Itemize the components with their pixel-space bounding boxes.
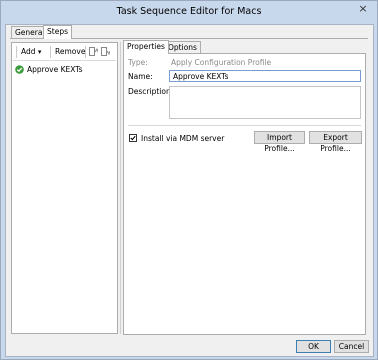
- title-bar[interactable]: Task Sequence Editor for Macs ×: [1, 1, 377, 25]
- type-value: Apply Configuration Profile: [171, 58, 272, 67]
- add-button[interactable]: Add ▾: [21, 47, 41, 57]
- add-button-label: Add: [21, 47, 36, 56]
- toolbar-separator: [50, 46, 51, 58]
- dialog-window: Task Sequence Editor for Macs × General …: [0, 0, 378, 360]
- description-label: Description:: [128, 87, 174, 96]
- steps-pane: Add ▾ Remove Approve KEXTs: [11, 42, 118, 334]
- close-icon: ×: [358, 2, 368, 15]
- export-profile-label: Export Profile...: [320, 133, 351, 153]
- name-label: Name:: [128, 72, 153, 81]
- dialog-body: General Steps Add ▾ Remove Approve KEXTs…: [5, 24, 374, 357]
- check-icon: [15, 64, 24, 74]
- move-up-icon: [89, 47, 99, 56]
- import-profile-label: Import Profile...: [264, 133, 295, 153]
- ok-button[interactable]: OK: [296, 340, 331, 353]
- tab-options[interactable]: Options: [164, 41, 201, 53]
- move-down-icon: [101, 47, 111, 56]
- checkmark-icon: [130, 135, 136, 141]
- chevron-down-icon: ▾: [37, 48, 42, 56]
- tab-properties-label: Properties: [127, 42, 165, 51]
- install-mdm-checkbox[interactable]: [129, 134, 137, 142]
- tab-properties[interactable]: Properties: [123, 40, 169, 54]
- type-label: Type:: [128, 58, 148, 67]
- tab-steps[interactable]: Steps: [43, 25, 72, 39]
- cancel-button-label: Cancel: [338, 342, 365, 351]
- splitter-line: [120, 42, 121, 334]
- move-up-button[interactable]: [89, 47, 99, 59]
- step-item-label: Approve KEXTs: [27, 64, 83, 74]
- description-field[interactable]: [169, 86, 361, 119]
- properties-panel: Type: Apply Configuration Profile Name: …: [123, 53, 366, 335]
- name-field[interactable]: Approve KEXTs: [169, 70, 361, 82]
- tab-steps-label: Steps: [47, 27, 68, 36]
- import-profile-button[interactable]: Import Profile...: [254, 131, 305, 153]
- toolbar-separator: [16, 46, 17, 58]
- step-item-approve-kexts[interactable]: Approve KEXTs: [15, 63, 83, 75]
- close-button[interactable]: ×: [354, 2, 372, 15]
- ok-button-label: OK: [308, 342, 319, 351]
- section-divider: [128, 125, 361, 126]
- tab-options-label: Options: [168, 43, 197, 52]
- export-profile-button[interactable]: Export Profile...: [309, 131, 362, 153]
- window-title: Task Sequence Editor for Macs: [116, 6, 262, 17]
- tab-general-label: General: [15, 28, 45, 37]
- cancel-button[interactable]: Cancel: [334, 340, 369, 353]
- move-down-button[interactable]: [101, 47, 111, 59]
- name-field-value: Approve KEXTs: [173, 72, 229, 81]
- steps-toolbar: Add ▾ Remove: [13, 44, 116, 61]
- install-mdm-label: Install via MDM server: [141, 134, 225, 143]
- toolbar-separator: [85, 46, 86, 58]
- remove-button-label: Remove: [55, 47, 86, 56]
- remove-button[interactable]: Remove: [55, 47, 85, 57]
